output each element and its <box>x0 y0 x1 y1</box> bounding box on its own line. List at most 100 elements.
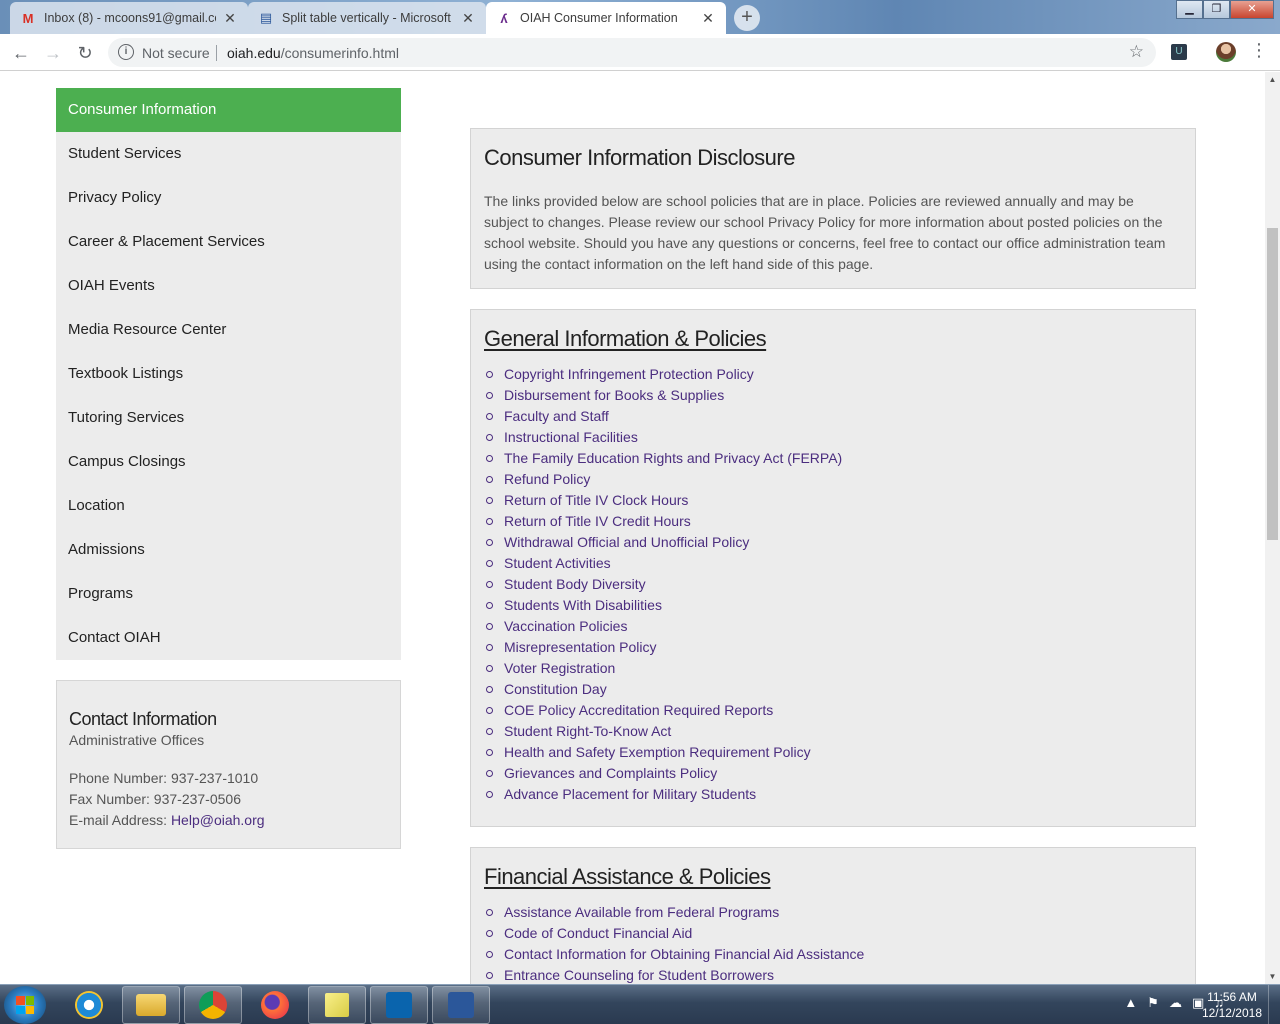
policy-link[interactable]: Return of Title IV Clock Hours <box>484 490 1182 511</box>
oiah-icon: ʎ <box>500 10 508 26</box>
taskbar-chrome[interactable] <box>184 986 242 1024</box>
policy-link[interactable]: COE Policy Accreditation Required Report… <box>484 700 1182 721</box>
policy-link[interactable]: The Family Education Rights and Privacy … <box>484 448 1182 469</box>
sidebar-item-contact-oiah[interactable]: Contact OIAH <box>56 616 401 660</box>
profile-avatar[interactable] <box>1216 42 1236 62</box>
start-button[interactable] <box>4 986 46 1024</box>
policy-link[interactable]: Health and Safety Exemption Requirement … <box>484 742 1182 763</box>
financial-link[interactable]: Code of Conduct Financial Aid <box>484 923 1182 944</box>
tab-gmail[interactable]: M Inbox (8) - mcoons91@gmail.com ✕ <box>10 2 248 34</box>
info-icon[interactable]: i <box>118 44 134 60</box>
policy-link[interactable]: Student Activities <box>484 553 1182 574</box>
browser-titlebar: M Inbox (8) - mcoons91@gmail.com ✕ ▤ Spl… <box>0 0 1280 34</box>
contact-information-box: Contact Information Administrative Offic… <box>56 680 401 849</box>
financial-link[interactable]: Entrance Counseling for Student Borrower… <box>484 965 1182 984</box>
chrome-icon <box>199 991 227 1019</box>
policy-link[interactable]: Misrepresentation Policy <box>484 637 1182 658</box>
sidebar-item-programs[interactable]: Programs <box>56 572 401 616</box>
scroll-up-arrow-icon[interactable]: ▲ <box>1265 72 1280 87</box>
internet-explorer-icon <box>75 991 103 1019</box>
windows-taskbar: ▲ ⚑ ☁ ▣ ♫ 11:56 AM 12/12/2018 <box>0 984 1280 1024</box>
show-hidden-icons-icon[interactable]: ▲ <box>1124 995 1137 1011</box>
sidebar-item-location[interactable]: Location <box>56 484 401 528</box>
financial-policies-list: Assistance Available from Federal Progra… <box>484 902 1182 984</box>
onedrive-cloud-icon[interactable]: ☁ <box>1169 995 1182 1011</box>
policy-link[interactable]: Return of Title IV Credit Hours <box>484 511 1182 532</box>
windows-logo-icon <box>16 996 34 1014</box>
policy-link[interactable]: Student Right-To-Know Act <box>484 721 1182 742</box>
security-label[interactable]: Not secure <box>142 45 210 61</box>
policy-link[interactable]: Instructional Facilities <box>484 427 1182 448</box>
close-window-button[interactable]: ✕ <box>1230 0 1274 19</box>
taskbar-word[interactable] <box>432 986 490 1024</box>
policy-link[interactable]: Withdrawal Official and Unofficial Polic… <box>484 532 1182 553</box>
sidebar-item-privacy-policy[interactable]: Privacy Policy <box>56 176 401 220</box>
sidebar-item-admissions[interactable]: Admissions <box>56 528 401 572</box>
forward-arrow-icon[interactable]: → <box>40 40 66 66</box>
outlook-icon <box>386 992 412 1018</box>
sidebar-item-student-services[interactable]: Student Services <box>56 132 401 176</box>
bookmark-star-icon[interactable]: ☆ <box>1129 42 1144 62</box>
taskbar-sticky-notes[interactable] <box>308 986 366 1024</box>
scroll-down-arrow-icon[interactable]: ▼ <box>1265 969 1280 984</box>
action-center-flag-icon[interactable]: ⚑ <box>1147 995 1159 1011</box>
file-explorer-icon <box>136 994 166 1016</box>
back-arrow-icon[interactable]: ← <box>8 40 34 66</box>
document-icon: ▤ <box>259 10 273 25</box>
policy-link[interactable]: Copyright Infringement Protection Policy <box>484 364 1182 385</box>
tab-title: Split table vertically - Microsoft O <box>282 11 454 25</box>
taskbar-outlook[interactable] <box>370 986 428 1024</box>
close-tab-icon[interactable]: ✕ <box>700 10 716 27</box>
taskbar-file-explorer[interactable] <box>122 986 180 1024</box>
reload-icon[interactable]: ↻ <box>72 40 98 66</box>
extension-icon[interactable]: U <box>1171 44 1187 60</box>
policy-link[interactable]: Students With Disabilities <box>484 595 1182 616</box>
sidebar-item-media-resource-center[interactable]: Media Resource Center <box>56 308 401 352</box>
page-scrollbar[interactable]: ▲ ▼ <box>1265 72 1280 984</box>
financial-link[interactable]: Contact Information for Obtaining Financ… <box>484 944 1182 965</box>
disclosure-panel: Consumer Information Disclosure The link… <box>470 128 1196 289</box>
show-desktop-button[interactable] <box>1268 985 1280 1024</box>
tab-word-help[interactable]: ▤ Split table vertically - Microsoft O ✕ <box>248 2 486 34</box>
restore-button[interactable]: ❐ <box>1203 0 1230 19</box>
scrollbar-thumb[interactable] <box>1267 228 1278 540</box>
new-tab-button[interactable]: + <box>734 5 760 31</box>
contact-email-link[interactable]: Help@oiah.org <box>171 812 265 828</box>
clock-date: 12/12/2018 <box>1201 1006 1262 1020</box>
sidebar-item-career-placement[interactable]: Career & Placement Services <box>56 220 401 264</box>
taskbar-internet-explorer[interactable] <box>60 986 118 1024</box>
url-path: /consumerinfo.html <box>280 45 399 61</box>
taskbar-firefox[interactable] <box>246 986 304 1024</box>
sticky-notes-icon <box>325 993 349 1017</box>
clock-time: 11:56 AM <box>1207 990 1257 1004</box>
sidebar-item-textbook-listings[interactable]: Textbook Listings <box>56 352 401 396</box>
sidebar-item-oiah-events[interactable]: OIAH Events <box>56 264 401 308</box>
minimize-button[interactable]: ▁ <box>1176 0 1203 19</box>
policy-link[interactable]: Grievances and Complaints Policy <box>484 763 1182 784</box>
sidebar-item-consumer-information[interactable]: Consumer Information <box>56 88 401 132</box>
address-bar[interactable]: i Not secure oiah.edu/consumerinfo.html … <box>108 38 1156 67</box>
divider <box>216 45 217 61</box>
close-tab-icon[interactable]: ✕ <box>222 10 238 27</box>
window-controls: ▁ ❐ ✕ <box>1176 0 1274 19</box>
sidebar-item-campus-closings[interactable]: Campus Closings <box>56 440 401 484</box>
url-text[interactable]: oiah.edu/consumerinfo.html <box>227 45 399 61</box>
word-icon <box>448 992 474 1018</box>
policy-link[interactable]: Advance Placement for Military Students <box>484 784 1182 805</box>
policy-link[interactable]: Student Body Diversity <box>484 574 1182 595</box>
tab-oiah[interactable]: ʎ OIAH Consumer Information ✕ <box>486 2 726 34</box>
taskbar-clock[interactable]: 11:56 AM 12/12/2018 <box>1202 989 1262 1021</box>
sidebar-item-tutoring-services[interactable]: Tutoring Services <box>56 396 401 440</box>
policy-link[interactable]: Voter Registration <box>484 658 1182 679</box>
financial-link[interactable]: Assistance Available from Federal Progra… <box>484 902 1182 923</box>
close-tab-icon[interactable]: ✕ <box>460 10 476 27</box>
policy-link[interactable]: Faculty and Staff <box>484 406 1182 427</box>
policy-link[interactable]: Refund Policy <box>484 469 1182 490</box>
general-policies-list: Copyright Infringement Protection Policy… <box>484 364 1182 805</box>
policy-link[interactable]: Constitution Day <box>484 679 1182 700</box>
policy-link[interactable]: Disbursement for Books & Supplies <box>484 385 1182 406</box>
policy-link[interactable]: Vaccination Policies <box>484 616 1182 637</box>
menu-dots-icon[interactable]: ⋮ <box>1250 40 1268 61</box>
contact-phone: Phone Number: 937-237-1010 <box>69 770 259 786</box>
url-host: oiah.edu <box>227 45 281 61</box>
